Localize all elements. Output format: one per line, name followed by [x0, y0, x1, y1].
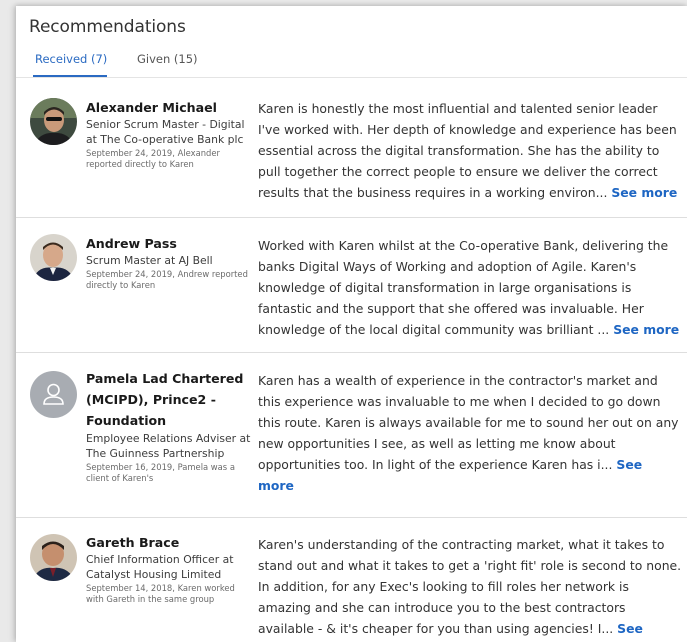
avatar-andrew[interactable] [30, 234, 77, 281]
recommender-info: Andrew Pass Scrum Master at AJ Bell Sept… [86, 235, 254, 291]
avatar-alexander[interactable] [30, 98, 77, 145]
avatar-gareth[interactable] [30, 534, 77, 581]
tab-received[interactable]: Received (7) [33, 52, 107, 77]
recommender-role: Scrum Master at AJ Bell [86, 254, 213, 267]
tab-bar: Received (7) Given (15) [16, 52, 687, 78]
person-photo-icon [30, 98, 77, 145]
tab-given[interactable]: Given (15) [137, 52, 198, 75]
recommendations-card: Recommendations Received (7) Given (15) … [16, 6, 687, 642]
recommender-name[interactable]: Gareth Brace [86, 534, 254, 552]
recommender-info: Alexander Michael Senior Scrum Master - … [86, 99, 254, 170]
recommendation-item: Pamela Lad Chartered (MCIPD), Prince2 - … [16, 353, 687, 518]
see-more-link[interactable]: See more [613, 322, 679, 337]
recommendation-item: Alexander Michael Senior Scrum Master - … [16, 91, 687, 218]
recommendation-relation: September 24, 2019, Andrew reported dire… [86, 269, 248, 290]
recommender-name[interactable]: Pamela Lad Chartered (MCIPD), Prince2 - … [86, 368, 254, 431]
recommendation-relation: September 16, 2019, Pamela was a client … [86, 462, 235, 483]
recommendation-relation: September 24, 2019, Alexander reported d… [86, 148, 220, 169]
recommendation-text: Karen has a wealth of experience in the … [258, 370, 682, 496]
recommender-role: Senior Scrum Master - Digital at The Co-… [86, 118, 245, 146]
recommendation-item: Andrew Pass Scrum Master at AJ Bell Sept… [16, 218, 687, 353]
section-title: Recommendations [29, 17, 186, 37]
recommender-name[interactable]: Alexander Michael [86, 99, 254, 117]
recommendation-body: Worked with Karen whilst at the Co-opera… [258, 238, 669, 337]
recommender-role: Chief Information Officer at Catalyst Ho… [86, 553, 234, 581]
recommendation-list: Alexander Michael Senior Scrum Master - … [16, 91, 687, 642]
recommendation-text: Worked with Karen whilst at the Co-opera… [258, 235, 682, 340]
person-placeholder-icon [30, 371, 77, 418]
person-photo-icon [30, 234, 77, 281]
recommender-role: Employee Relations Adviser at The Guinne… [86, 432, 251, 460]
recommendation-relation: September 14, 2018, Karen worked with Ga… [86, 583, 235, 604]
recommender-name[interactable]: Andrew Pass [86, 235, 254, 253]
recommendation-item: Gareth Brace Chief Information Officer a… [16, 518, 687, 642]
avatar-pamela[interactable] [30, 371, 77, 418]
person-photo-icon [30, 534, 77, 581]
recommendation-text: Karen's understanding of the contracting… [258, 534, 682, 642]
recommender-info: Pamela Lad Chartered (MCIPD), Prince2 - … [86, 368, 254, 484]
recommendation-text: Karen is honestly the most influential a… [258, 98, 682, 203]
see-more-link[interactable]: See more [611, 185, 677, 200]
recommender-info: Gareth Brace Chief Information Officer a… [86, 534, 254, 605]
